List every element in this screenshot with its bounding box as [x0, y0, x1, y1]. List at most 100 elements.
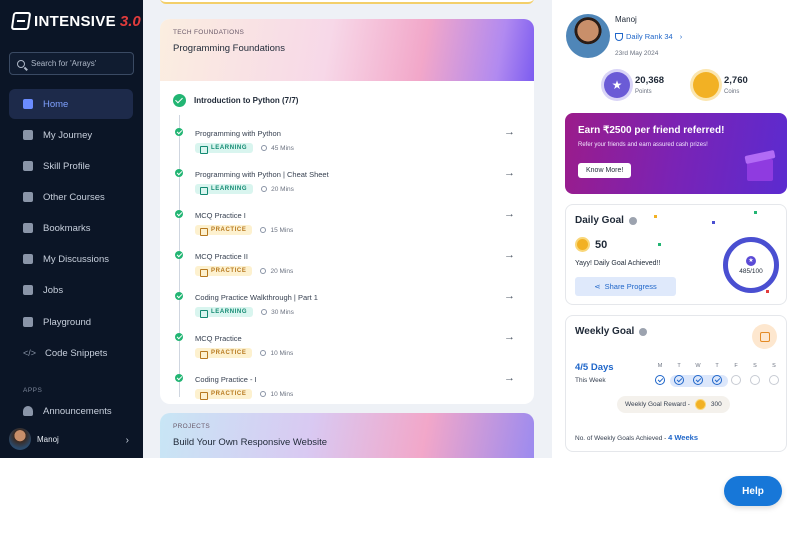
lesson-item[interactable]: Coding Practice - I PRACTICE 10 Mins →	[173, 372, 521, 404]
clock-icon	[261, 186, 268, 192]
coin-icon	[694, 399, 706, 410]
know-more-button[interactable]: Know More!	[578, 163, 632, 178]
daily-rank-link[interactable]: Daily Rank 34 ›	[615, 32, 682, 41]
reward-value: 300	[710, 401, 722, 408]
points-label: Points	[635, 89, 652, 95]
weekly-count-label: No. of Weekly Goals Achieved -	[575, 435, 667, 442]
day-check-icon	[655, 375, 665, 385]
chevron-right-icon: ›	[125, 435, 129, 446]
day-check-icon	[674, 375, 684, 385]
weekly-days-count: 4/5 Days	[575, 362, 614, 373]
referral-banner: Earn ₹2500 per friend referred! Refer yo…	[565, 113, 787, 194]
sidebar-item-label: Code Snippets	[45, 347, 108, 359]
clock-icon	[261, 145, 268, 151]
home-icon	[23, 99, 33, 109]
journey-icon	[23, 130, 33, 140]
sidebar-item-my-discussions[interactable]: My Discussions	[9, 244, 133, 274]
star-icon: ★	[746, 255, 756, 266]
sidebar-item-my-journey[interactable]: My Journey	[9, 120, 133, 150]
weekly-goals-achieved: No. of Weekly Goals Achieved - 4 Weeks	[575, 433, 698, 442]
day-monday: M	[654, 363, 666, 385]
brand-name: INTENSIVE	[34, 12, 116, 30]
completed-check-icon	[175, 333, 183, 341]
confetti	[766, 290, 769, 293]
topic-title: Introduction to Python (7/7)	[194, 96, 299, 105]
daily-goal-progress: 485/100	[739, 267, 763, 275]
coin-icon	[693, 72, 719, 98]
gift-icon	[744, 145, 776, 181]
star-icon: ★	[604, 72, 630, 98]
app-window: INTENSIVE 3.0 Search for 'Arrays' Home M…	[0, 0, 800, 458]
brand-logo[interactable]: INTENSIVE 3.0	[10, 12, 141, 30]
sidebar-item-code-snippets[interactable]: </> Code Snippets	[9, 338, 133, 368]
sidebar-item-other-courses[interactable]: Other Courses	[9, 182, 133, 212]
lesson-item[interactable]: MCQ Practice II PRACTICE 20 Mins →	[173, 249, 521, 291]
lesson-title: Coding Practice - I	[195, 375, 257, 384]
sidebar: INTENSIVE 3.0 Search for 'Arrays' Home M…	[0, 0, 143, 458]
completed-check-icon	[175, 128, 183, 136]
apps-section-label: APPS	[23, 387, 43, 394]
lesson-type-badge: LEARNING	[195, 307, 254, 318]
sidebar-item-jobs[interactable]: Jobs	[9, 275, 133, 305]
day-empty-icon	[769, 375, 779, 385]
arrow-right-icon[interactable]: →	[504, 208, 515, 220]
clock-icon	[260, 391, 267, 397]
lesson-title: Programming with Python	[195, 129, 281, 138]
lesson-type-badge: LEARNING	[195, 184, 254, 195]
sidebar-item-playground[interactable]: Playground	[9, 307, 133, 337]
info-icon[interactable]	[628, 216, 637, 225]
profile-avatar[interactable]	[566, 14, 610, 58]
day-thursday: T	[711, 363, 723, 385]
trophy-icon	[615, 32, 623, 41]
arrow-right-icon[interactable]: →	[504, 167, 515, 179]
weekly-goal-reward: Weekly Goal Reward - 300	[617, 396, 730, 413]
sidebar-user-menu[interactable]: Manoj ›	[0, 420, 143, 458]
playground-icon	[23, 317, 33, 327]
lesson-type-badge: LEARNING	[195, 143, 254, 154]
search-icon	[17, 59, 25, 68]
lesson-item[interactable]: Coding Practice Walkthrough | Part 1 LEA…	[173, 290, 521, 332]
sidebar-item-label: Playground	[43, 316, 92, 328]
section-title: Programming Foundations	[173, 43, 285, 54]
lesson-item[interactable]: Programming with Python | Cheat Sheet LE…	[173, 167, 521, 209]
profile-name: Manoj	[615, 15, 637, 24]
projects-card[interactable]: PROJECTS Build Your Own Responsive Websi…	[160, 413, 534, 458]
daily-rank-text: Daily Rank 34	[626, 32, 673, 41]
help-button[interactable]: Help	[724, 476, 782, 506]
section-kicker: TECH FOUNDATIONS	[173, 29, 245, 36]
arrow-right-icon[interactable]: →	[504, 126, 515, 138]
lesson-item[interactable]: MCQ Practice I PRACTICE 15 Mins →	[173, 208, 521, 250]
daily-goal-title: Daily Goal	[575, 215, 624, 226]
lesson-duration: 10 Mins	[270, 390, 294, 398]
confetti	[712, 221, 715, 224]
arrow-right-icon[interactable]: →	[504, 249, 515, 261]
lesson-title: Programming with Python | Cheat Sheet	[195, 170, 329, 179]
share-progress-button[interactable]: ⋖ Share Progress	[575, 277, 676, 296]
lesson-item[interactable]: Programming with Python LEARNING 45 Mins…	[173, 126, 521, 168]
lesson-type-badge: PRACTICE	[195, 225, 253, 236]
clock-icon	[260, 227, 267, 233]
topic-header[interactable]: Introduction to Python (7/7)	[173, 85, 521, 107]
arrow-right-icon[interactable]: →	[504, 290, 515, 302]
search-input[interactable]: Search for 'Arrays'	[9, 52, 134, 75]
sidebar-item-bookmarks[interactable]: Bookmarks	[9, 213, 133, 243]
coins-label: Coins	[724, 89, 740, 95]
arrow-right-icon[interactable]: →	[504, 372, 515, 384]
sidebar-item-label: Bookmarks	[43, 222, 91, 234]
day-friday: F	[730, 363, 742, 385]
points-value: 20,368	[635, 75, 665, 86]
lesson-item[interactable]: MCQ Practice PRACTICE 10 Mins →	[173, 331, 521, 373]
info-icon[interactable]	[639, 327, 648, 336]
day-wednesday: W	[692, 363, 704, 385]
day-saturday: S	[749, 363, 761, 385]
lesson-title: MCQ Practice I	[195, 211, 246, 220]
sidebar-item-home[interactable]: Home	[9, 89, 133, 119]
section-header[interactable]: TECH FOUNDATIONS Programming Foundations	[160, 19, 534, 81]
lesson-title: MCQ Practice II	[195, 252, 248, 261]
points-stat: ★ 20,368 Points	[604, 72, 664, 98]
day-sunday: S	[768, 363, 780, 385]
lesson-duration: 20 Mins	[270, 267, 294, 275]
sidebar-item-skill-profile[interactable]: Skill Profile	[9, 151, 133, 181]
arrow-right-icon[interactable]: →	[504, 331, 515, 343]
daily-goal-progress-ring: ★ 485/100	[723, 237, 779, 293]
